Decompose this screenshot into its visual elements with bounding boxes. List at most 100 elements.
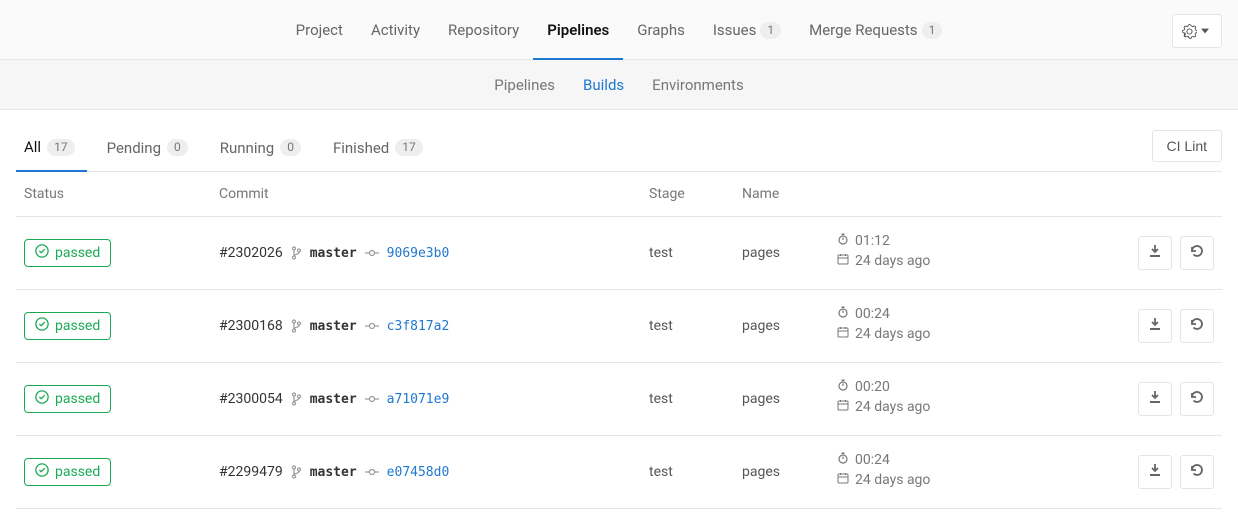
stage-cell: test bbox=[641, 290, 734, 363]
tab-label: All bbox=[24, 138, 41, 156]
settings-dropdown-button[interactable] bbox=[1172, 14, 1222, 48]
branch-name[interactable]: master bbox=[310, 465, 357, 480]
download-button[interactable] bbox=[1138, 382, 1172, 416]
tab-finished[interactable]: Finished 17 bbox=[325, 124, 435, 171]
status-text: passed bbox=[55, 318, 100, 334]
status-badge[interactable]: passed bbox=[24, 385, 111, 413]
download-button[interactable] bbox=[1138, 236, 1172, 270]
retry-button[interactable] bbox=[1180, 382, 1214, 416]
name-cell: pages bbox=[734, 363, 829, 436]
name-cell: pages bbox=[734, 436, 829, 509]
nav-item-label: Repository bbox=[448, 21, 519, 39]
download-icon bbox=[1148, 317, 1162, 335]
stopwatch-icon bbox=[837, 379, 849, 395]
nav-item-project[interactable]: Project bbox=[282, 0, 357, 60]
branch-name[interactable]: master bbox=[310, 246, 357, 261]
retry-button[interactable] bbox=[1180, 309, 1214, 343]
commit-icon bbox=[365, 394, 379, 404]
build-id[interactable]: #2299479 bbox=[219, 464, 283, 480]
table-row: passed #2300054 master a71071e9 testpages 00:… bbox=[16, 363, 1222, 436]
gear-icon bbox=[1182, 24, 1197, 39]
status-badge[interactable]: passed bbox=[24, 458, 111, 486]
subnav-item-environments[interactable]: Environments bbox=[638, 76, 758, 94]
status-badge[interactable]: passed bbox=[24, 312, 111, 340]
top-nav: Project Activity Repository Pipelines Graphs… bbox=[0, 0, 1238, 60]
stage-cell: test bbox=[641, 436, 734, 509]
commit-icon bbox=[365, 248, 379, 258]
tab-all[interactable]: All 17 bbox=[16, 124, 87, 172]
download-button[interactable] bbox=[1138, 455, 1172, 489]
tab-label: Running bbox=[220, 139, 274, 157]
check-circle-icon bbox=[35, 463, 55, 481]
status-badge[interactable]: passed bbox=[24, 239, 111, 267]
branch-name[interactable]: master bbox=[310, 319, 357, 334]
branch-icon bbox=[291, 465, 302, 479]
nav-item-label: Graphs bbox=[637, 21, 685, 39]
commit-sha[interactable]: e07458d0 bbox=[387, 465, 450, 480]
nav-item-activity[interactable]: Activity bbox=[357, 0, 434, 60]
build-id[interactable]: #2300054 bbox=[219, 391, 283, 407]
duration: 01:12 bbox=[855, 233, 890, 249]
time-ago: 24 days ago bbox=[855, 326, 930, 342]
nav-item-merge-requests[interactable]: Merge Requests1 bbox=[795, 0, 956, 60]
table-row: passed#2300168masterc3f817a2testpages00:… bbox=[16, 290, 1222, 363]
time-ago: 24 days ago bbox=[855, 399, 930, 415]
name-cell: pages bbox=[734, 290, 829, 363]
nav-item-pipelines[interactable]: Pipelines bbox=[533, 0, 623, 60]
header-actions bbox=[1124, 172, 1222, 217]
retry-button[interactable] bbox=[1180, 455, 1214, 489]
commit-sha[interactable]: c3f817a2 bbox=[387, 319, 450, 334]
calendar-icon bbox=[837, 253, 849, 269]
tab-running[interactable]: Running0 bbox=[212, 124, 313, 171]
tab-badge: 17 bbox=[47, 139, 75, 156]
caret-down-icon bbox=[1201, 27, 1209, 35]
commit-sha[interactable]: 9069e3b0 bbox=[387, 246, 450, 261]
nav-items: Project Activity Repository Pipelines Graphs… bbox=[282, 0, 957, 60]
commit-sha[interactable]: a71071e9 bbox=[387, 392, 450, 407]
stopwatch-icon bbox=[837, 306, 849, 322]
nav-item-label: Merge Requests bbox=[809, 21, 917, 39]
table-row: passed #2302026 master 9069e3b0 testpages 01:… bbox=[16, 217, 1222, 290]
calendar-icon bbox=[837, 399, 849, 415]
builds-table: Status Commit Stage Name passed#2302026m… bbox=[16, 172, 1222, 509]
check-circle-icon bbox=[35, 244, 55, 262]
subnav-item-pipelines[interactable]: Pipelines bbox=[480, 76, 569, 94]
tabs-row: All 17 Pending0 Running0 Finished 17 CI Lint bbox=[16, 124, 1222, 172]
header-name: Name bbox=[734, 172, 829, 217]
tab-badge: 17 bbox=[395, 139, 423, 156]
nav-item-issues[interactable]: Issues1 bbox=[699, 0, 795, 60]
branch-name[interactable]: master bbox=[310, 392, 357, 407]
build-id[interactable]: #2300168 bbox=[219, 318, 283, 334]
build-id[interactable]: #2302026 bbox=[219, 245, 283, 261]
retry-icon bbox=[1190, 390, 1204, 408]
nav-item-label: Pipelines bbox=[547, 21, 609, 39]
check-circle-icon bbox=[35, 390, 55, 408]
download-button[interactable] bbox=[1138, 309, 1172, 343]
retry-icon bbox=[1190, 463, 1204, 481]
nav-item-label: Issues bbox=[713, 21, 757, 39]
stage-cell: test bbox=[641, 217, 734, 290]
retry-icon bbox=[1190, 244, 1204, 262]
stage-cell: test bbox=[641, 363, 734, 436]
duration: 00:20 bbox=[855, 379, 890, 395]
ci-lint-button[interactable]: CI Lint bbox=[1152, 130, 1222, 162]
retry-icon bbox=[1190, 317, 1204, 335]
sub-nav: PipelinesBuildsEnvironments bbox=[0, 60, 1238, 110]
header-stage: Stage bbox=[641, 172, 734, 217]
nav-item-repository[interactable]: Repository bbox=[434, 0, 533, 60]
nav-item-label: Project bbox=[296, 21, 343, 39]
header-commit: Commit bbox=[211, 172, 641, 217]
tab-label: Pending bbox=[107, 139, 161, 157]
subnav-item-builds[interactable]: Builds bbox=[569, 76, 638, 94]
branch-icon bbox=[291, 392, 302, 406]
retry-button[interactable] bbox=[1180, 236, 1214, 270]
name-cell: pages bbox=[734, 217, 829, 290]
commit-icon bbox=[365, 321, 379, 331]
tab-label: Finished bbox=[333, 139, 389, 157]
nav-item-graphs[interactable]: Graphs bbox=[623, 0, 699, 60]
status-text: passed bbox=[55, 391, 100, 407]
nav-item-label: Activity bbox=[371, 21, 420, 39]
header-time bbox=[829, 172, 1124, 217]
tab-pending[interactable]: Pending0 bbox=[99, 124, 200, 171]
stopwatch-icon bbox=[837, 452, 849, 468]
